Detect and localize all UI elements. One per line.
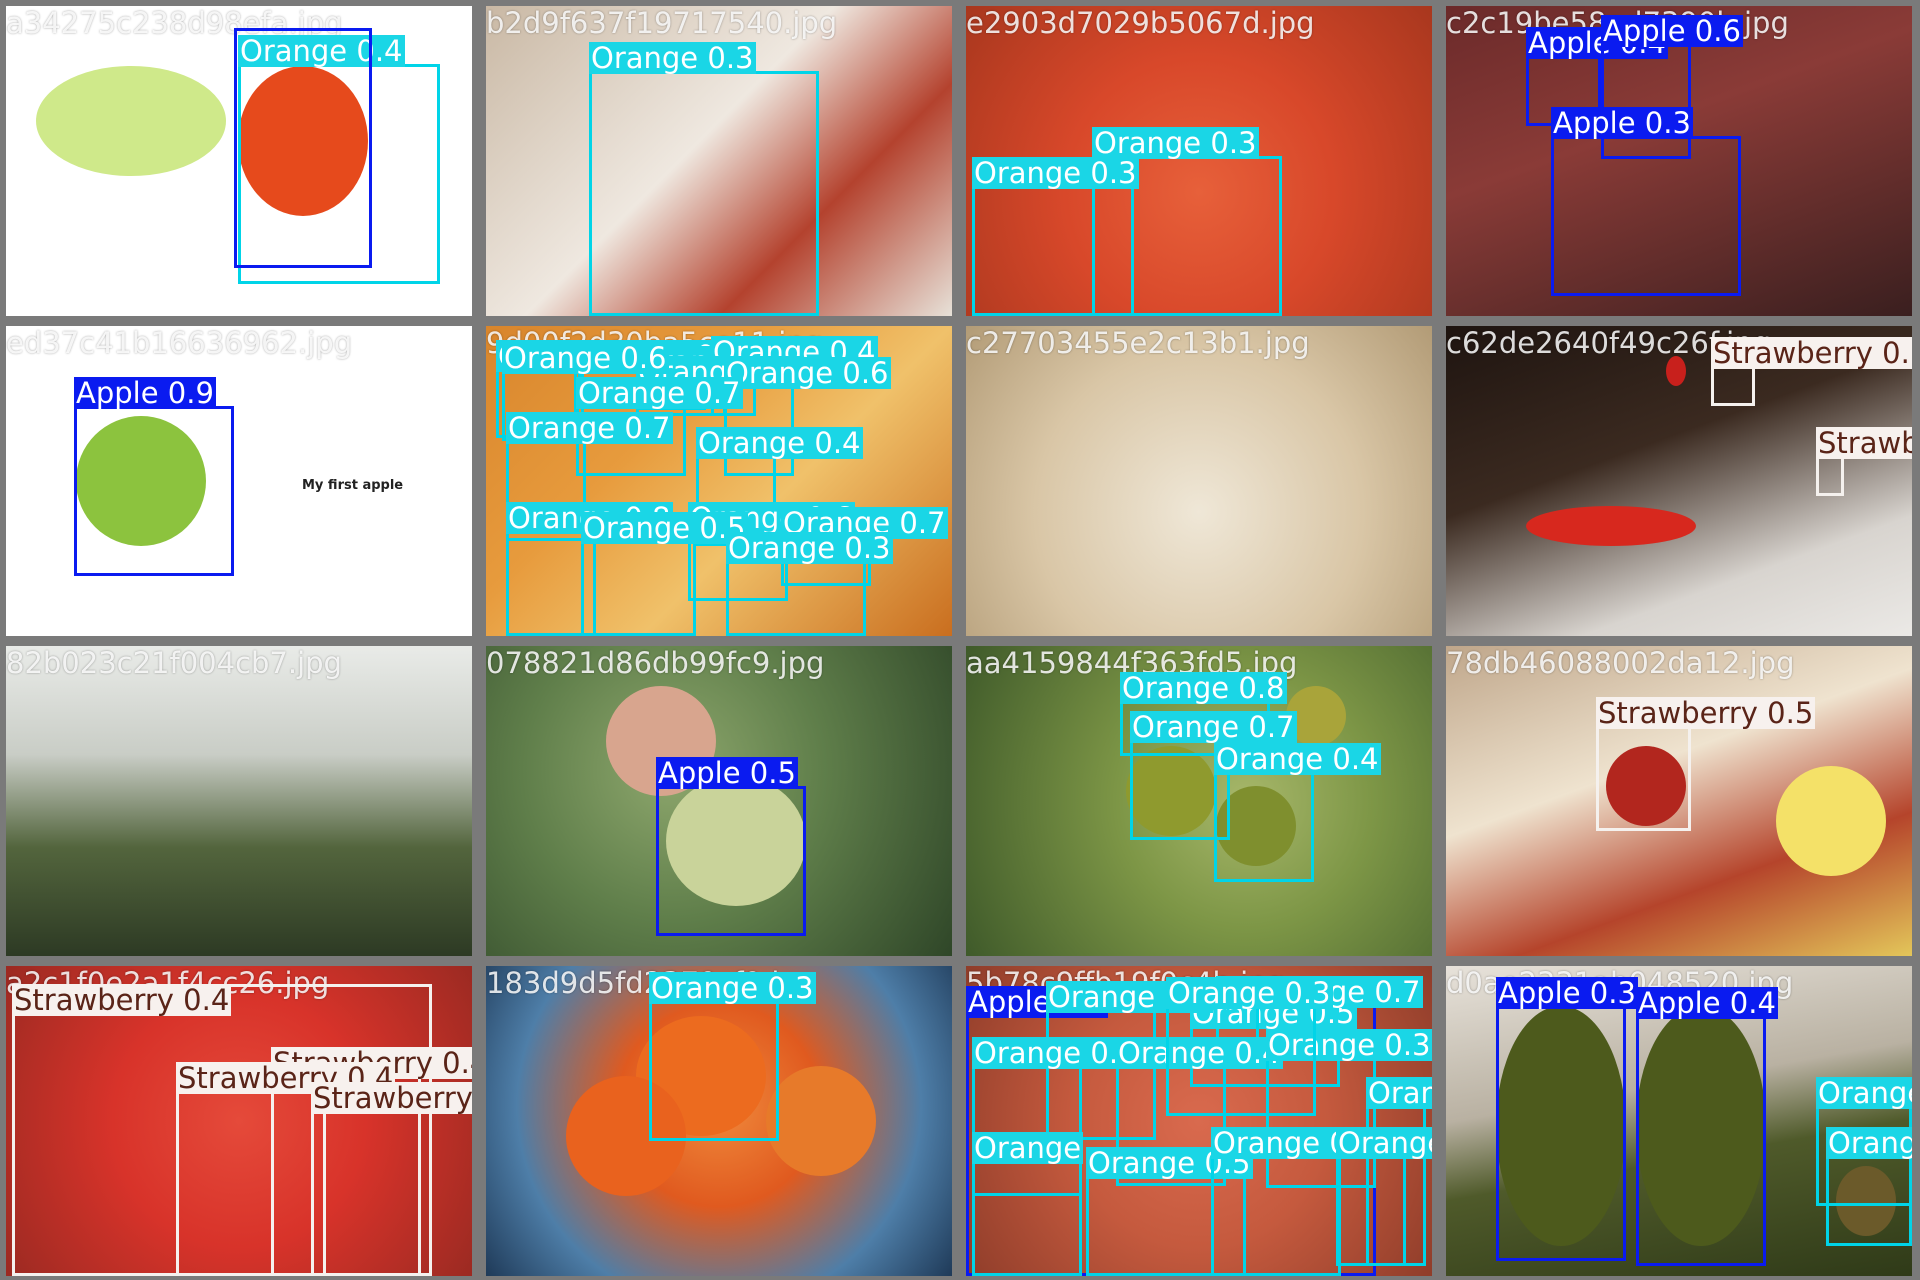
detection-box: Orange 0.3 bbox=[1166, 977, 1333, 1116]
image-filename: c27703455e2c13b1.jpg bbox=[966, 326, 1310, 360]
image-tile: c62de2640f49c26f.jpg Strawberry 0.5 Strawb… bbox=[1446, 326, 1912, 636]
detection-box: Orange 0.4 bbox=[1826, 1127, 1912, 1246]
image-tile: b2d9f637f19717540.jpg Orange 0.3 bbox=[486, 6, 952, 316]
detection-label: Orange 0.3 bbox=[726, 531, 893, 565]
detection-box: Apple 0.4 bbox=[1636, 987, 1778, 1266]
image-filename: e2903d7029b5067d.jpg bbox=[966, 6, 1315, 40]
detection-box: Strawberry 0.3 bbox=[1816, 427, 1912, 496]
image-tile: d0ae2331ab048520.jpgApple 0.3Apple 0.4Or… bbox=[1446, 966, 1912, 1276]
detection-label: Orange 0.3 bbox=[1092, 126, 1259, 160]
detection-label: Orange 0.8 bbox=[1120, 671, 1287, 705]
detection-label: Strawberry 0.5 bbox=[1596, 696, 1816, 730]
detection-mosaic: a34275c238d98efa.jpg Orange 0.4 b2d9f637f1… bbox=[0, 0, 1920, 1280]
detection-label: Strawberry 0.3 bbox=[1816, 427, 1912, 459]
image-tile: 183d9d5fd2379cf9.jpgOrange 0.3 bbox=[486, 966, 952, 1276]
detection-box: Orange 0.3 bbox=[726, 532, 893, 636]
image-tile: 5b78c9ffb19f0c4b.jpgApple 0.3Orange 0.5O… bbox=[966, 966, 1432, 1276]
detection-label: Orange 0.6 bbox=[724, 356, 891, 390]
detection-box: Orange bbox=[972, 1132, 1084, 1276]
detection-label: Apple 0.4 bbox=[1636, 986, 1778, 1020]
detection-box: Orange 0.3 bbox=[972, 157, 1139, 316]
image-filename: 078821d86db99fc9.jpg bbox=[486, 646, 825, 680]
detection-label: Strawberry 0.4 bbox=[12, 983, 232, 1017]
detection-label: Strawberry 0.5 bbox=[1711, 337, 1912, 369]
detection-label: Apple 0.9 bbox=[74, 376, 216, 410]
detection-box: Strawberry 0.4 bbox=[176, 1062, 396, 1276]
detection-box: Apple 0.9 bbox=[74, 377, 234, 576]
detection-box: Orange 0.4 bbox=[1214, 743, 1381, 882]
detection-label: Orange 0.6 bbox=[1816, 1077, 1912, 1109]
detection-box: Apple 0.5 bbox=[656, 757, 806, 936]
detection-box: Strawberry 0.5 bbox=[1596, 697, 1816, 831]
image-tile: a2c1f0e2a1f4cc26.jpgStrawberry 0.4Strawb… bbox=[6, 966, 472, 1276]
fruit-shape bbox=[1666, 356, 1686, 386]
detection-label: Orange 0.7 bbox=[506, 411, 673, 445]
detection-label: Orange 0.5 bbox=[581, 511, 748, 545]
detection-label: Apple 0.6 bbox=[1601, 14, 1743, 48]
image-tile: c27703455e2c13b1.jpg bbox=[966, 326, 1432, 636]
image-tile: 9d00f2d30ba5ce11.jpgOrange 0.5Orange 0.3… bbox=[486, 326, 952, 636]
detection-label: Strawberry 0.3 bbox=[311, 1082, 472, 1114]
detection-label: Orange bbox=[972, 1131, 1084, 1165]
image-filename: b2d9f637f19717540.jpg bbox=[486, 6, 838, 40]
fruit-shape bbox=[766, 1066, 876, 1176]
detection-box: Apple 0.3 bbox=[1496, 977, 1638, 1261]
image-filename: 78db46088002da12.jpg bbox=[1446, 646, 1795, 680]
detection-box: Strawberry 0.5 bbox=[1711, 337, 1912, 406]
detection-label: Orange 0.3 bbox=[589, 41, 756, 75]
image-filename: 82b023c21f004cb7.jpg bbox=[6, 646, 342, 680]
detection-label: Orange 0.7 bbox=[1130, 710, 1297, 744]
detection-label: Apple 0.5 bbox=[656, 756, 798, 790]
detection-box: Orange 0.6 bbox=[1336, 1127, 1432, 1266]
fruit-shape bbox=[1776, 766, 1886, 876]
detection-label: Orange 0.7 bbox=[576, 376, 743, 410]
detection-box: Orange 0.3 bbox=[589, 42, 819, 316]
detection-box bbox=[234, 28, 372, 268]
fruit-shape bbox=[36, 66, 226, 176]
detection-label: Apple 0.3 bbox=[1551, 106, 1693, 140]
detection-label: Orange 0.3 bbox=[1366, 1077, 1432, 1109]
detection-label: Orange 0.3 bbox=[1166, 976, 1333, 1010]
image-tile: ed37c41b16636962.jpg My first apple Apple … bbox=[6, 326, 472, 636]
image-tile: 82b023c21f004cb7.jpg bbox=[6, 646, 472, 956]
detection-label: Orange 0.6 bbox=[1336, 1127, 1432, 1159]
detection-box: Strawberry 0.3 bbox=[311, 1082, 472, 1276]
fruit-shape bbox=[1526, 506, 1696, 546]
image-tile: e2903d7029b5067d.jpg Orange 0.3 Orange 0.3 bbox=[966, 6, 1432, 316]
image-tile: a34275c238d98efa.jpg Orange 0.4 bbox=[6, 6, 472, 316]
detection-label: Apple 0.3 bbox=[1496, 976, 1638, 1010]
image-tile: 078821d86db99fc9.jpg Apple 0.5 bbox=[486, 646, 952, 956]
detection-label: Orange 0.3 bbox=[972, 156, 1139, 190]
image-filename: ed37c41b16636962.jpg bbox=[6, 326, 353, 360]
detection-box: Orange 0.5 bbox=[581, 512, 748, 636]
detection-box: Orange 0.4 bbox=[1211, 1127, 1378, 1276]
detection-label: Orange 0.3 bbox=[649, 971, 816, 1005]
detection-label: Orange 0.6 bbox=[502, 341, 669, 375]
detection-box: Orange 0.3 bbox=[649, 972, 816, 1141]
detection-label: Orange 0.4 bbox=[1826, 1127, 1912, 1159]
detection-label: Orange 0.3 bbox=[972, 1036, 1139, 1070]
detection-box: Apple 0.3 bbox=[1551, 107, 1741, 296]
image-tile: 78db46088002da12.jpg Strawberry 0.5 bbox=[1446, 646, 1912, 956]
image-caption: My first apple bbox=[302, 478, 404, 493]
detection-label: Orange 0.4 bbox=[696, 426, 863, 460]
image-tile: aa4159844f363fd5.jpg Orange 0.8 Orange 0.7… bbox=[966, 646, 1432, 956]
image-tile: c2c19be58ad7390b.jpgApple 0.4Apple 0.6Ap… bbox=[1446, 6, 1912, 316]
detection-label: Orange 0.4 bbox=[1214, 742, 1381, 776]
